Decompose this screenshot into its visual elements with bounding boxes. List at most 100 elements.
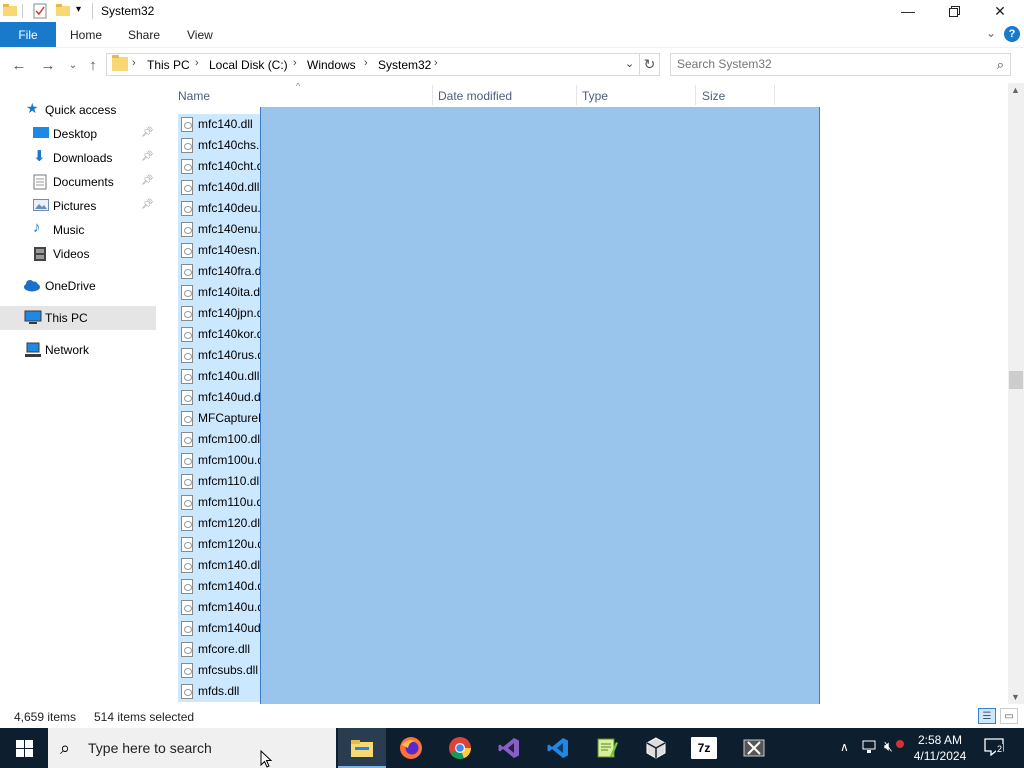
column-date-modified[interactable]: Date modified bbox=[438, 89, 512, 103]
column-type[interactable]: Type bbox=[582, 89, 608, 103]
nav-network[interactable]: Network bbox=[0, 338, 156, 362]
firefox-icon[interactable] bbox=[397, 734, 425, 762]
dll-file-icon bbox=[181, 243, 193, 258]
details-view-button[interactable]: ☰ bbox=[978, 708, 996, 724]
dll-file-icon bbox=[181, 348, 193, 363]
tab-home[interactable]: Home bbox=[70, 28, 102, 42]
file-name: mfc140d.dll bbox=[198, 180, 260, 194]
breadcrumb-this-pc[interactable]: This PC bbox=[147, 58, 190, 72]
maximize-button[interactable] bbox=[931, 0, 977, 22]
nav-music[interactable]: ♪ Music bbox=[0, 218, 156, 242]
virtualbox-icon[interactable] bbox=[642, 734, 670, 762]
scroll-up-icon[interactable]: ▲ bbox=[1011, 85, 1020, 95]
dll-file-icon bbox=[181, 495, 193, 510]
chevron-right-icon[interactable]: › bbox=[364, 57, 368, 69]
arrow-right-icon: → bbox=[40, 56, 56, 74]
refresh-button[interactable]: ↻ bbox=[640, 53, 660, 76]
dll-file-icon bbox=[181, 558, 193, 573]
file-name: mfc140ud.dll bbox=[198, 390, 267, 404]
up-button[interactable]: ↑ bbox=[82, 54, 104, 76]
details-view-icon: ☰ bbox=[982, 710, 992, 722]
new-folder-icon[interactable] bbox=[56, 3, 70, 19]
column-divider[interactable] bbox=[695, 85, 696, 105]
vertical-scrollbar[interactable]: ▲ ▼ bbox=[1008, 83, 1024, 704]
7zip-icon[interactable]: 7z bbox=[691, 737, 717, 759]
nav-desktop[interactable]: Desktop 📌︎ bbox=[0, 122, 156, 146]
dll-file-icon bbox=[181, 642, 193, 657]
dll-file-icon bbox=[181, 663, 193, 678]
large-icons-view-button[interactable]: ▭ bbox=[1000, 708, 1018, 724]
nav-downloads[interactable]: ⬇ Downloads 📌︎ bbox=[0, 146, 156, 170]
chevron-right-icon[interactable]: › bbox=[293, 57, 297, 69]
chevron-right-icon[interactable]: › bbox=[434, 57, 438, 69]
minimize-button[interactable]: — bbox=[885, 0, 931, 22]
search-icon: ⌕ bbox=[60, 738, 71, 758]
file-list[interactable]: ^ Name Date modified Type Size mfc140.dl… bbox=[174, 83, 1008, 704]
nav-videos[interactable]: Videos bbox=[0, 242, 156, 266]
file-explorer-icon[interactable] bbox=[348, 734, 376, 762]
title-divider bbox=[92, 3, 93, 19]
sort-ascending-icon: ^ bbox=[296, 83, 301, 91]
chrome-icon[interactable] bbox=[446, 734, 474, 762]
selection-rectangle bbox=[260, 107, 820, 704]
clock-time: 2:58 AM bbox=[917, 733, 963, 747]
snipping-tool-icon[interactable] bbox=[740, 734, 768, 762]
scroll-thumb[interactable] bbox=[1009, 371, 1023, 389]
address-dropdown-icon[interactable]: ⌄ bbox=[625, 57, 634, 70]
search-box[interactable]: ⌕ bbox=[670, 53, 1011, 76]
nav-pictures[interactable]: Pictures 📌︎ bbox=[0, 194, 156, 218]
action-center-icon[interactable]: 2 bbox=[984, 738, 1004, 759]
7zip-logo-text: 7z bbox=[697, 741, 711, 755]
back-button[interactable]: ← bbox=[8, 54, 30, 76]
forward-button[interactable]: → bbox=[37, 54, 59, 76]
desktop-icon bbox=[33, 126, 49, 142]
breadcrumb-windows[interactable]: Windows bbox=[307, 58, 356, 72]
breadcrumb-system32[interactable]: System32 bbox=[378, 58, 431, 72]
column-size[interactable]: Size bbox=[702, 89, 725, 103]
customize-qat-icon[interactable]: ▾ bbox=[76, 4, 81, 20]
start-button[interactable] bbox=[0, 728, 48, 768]
file-tab[interactable]: File bbox=[0, 22, 56, 47]
nav-this-pc[interactable]: This PC bbox=[0, 306, 156, 330]
recent-locations-button[interactable]: ⌄ bbox=[62, 54, 84, 76]
dll-file-icon bbox=[181, 579, 193, 594]
dll-file-icon bbox=[181, 432, 193, 447]
show-hidden-icons-icon[interactable]: ∧ bbox=[840, 740, 849, 754]
vscode-icon[interactable] bbox=[544, 734, 572, 762]
expand-ribbon-icon[interactable]: ⌄ bbox=[986, 26, 996, 40]
column-divider[interactable] bbox=[432, 85, 433, 105]
address-bar[interactable]: › This PC › Local Disk (C:) › Windows › … bbox=[106, 53, 640, 76]
column-divider[interactable] bbox=[774, 85, 775, 105]
visual-studio-icon[interactable] bbox=[495, 734, 523, 762]
column-divider[interactable] bbox=[576, 85, 577, 105]
item-count: 4,659 items bbox=[14, 710, 77, 724]
taskbar-search[interactable]: ⌕ Type here to search bbox=[48, 728, 336, 768]
tab-view[interactable]: View bbox=[187, 28, 213, 42]
network-status-icon[interactable] bbox=[862, 740, 878, 757]
file-rows: mfc140.dll5/10/2023 7:01 AMApplication e… bbox=[174, 107, 1008, 704]
search-input[interactable] bbox=[677, 57, 977, 71]
dll-file-icon bbox=[181, 621, 193, 636]
nav-label: Quick access bbox=[45, 103, 117, 117]
folder-icon bbox=[3, 3, 17, 19]
properties-icon[interactable] bbox=[33, 3, 47, 19]
clock[interactable]: 2:58 AM 4/11/2024 bbox=[908, 732, 972, 764]
tab-share[interactable]: Share bbox=[128, 28, 160, 42]
computer-icon bbox=[24, 310, 42, 326]
nav-quick-access[interactable]: ★ Quick access bbox=[0, 98, 156, 122]
title-bar: ▾ System32 — ✕ bbox=[0, 0, 1024, 22]
chevron-right-icon[interactable]: › bbox=[195, 57, 199, 69]
nav-documents[interactable]: Documents 📌︎ bbox=[0, 170, 156, 194]
dll-file-icon bbox=[181, 222, 193, 237]
nav-label: Pictures bbox=[53, 199, 97, 213]
scroll-down-icon[interactable]: ▼ bbox=[1011, 692, 1020, 702]
volume-muted-icon[interactable]: 🔇︎ bbox=[884, 738, 893, 755]
close-button[interactable]: ✕ bbox=[977, 0, 1023, 22]
chevron-right-icon[interactable]: › bbox=[132, 57, 136, 69]
column-name[interactable]: Name bbox=[178, 89, 210, 103]
dll-file-icon bbox=[181, 285, 193, 300]
help-icon[interactable]: ? bbox=[1004, 26, 1020, 42]
notepad-plus-plus-icon[interactable] bbox=[593, 734, 621, 762]
nav-onedrive[interactable]: OneDrive bbox=[0, 274, 156, 298]
breadcrumb-local-disk[interactable]: Local Disk (C:) bbox=[209, 58, 288, 72]
